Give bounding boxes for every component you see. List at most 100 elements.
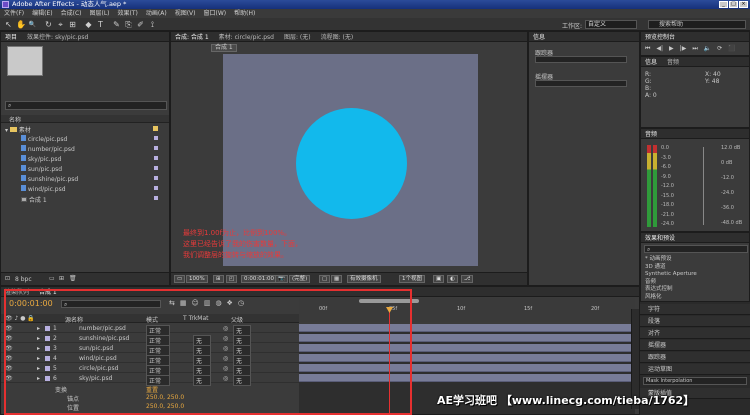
brainstorm-icon[interactable]: ❖ [227, 299, 233, 307]
menu-effect[interactable]: 效果(T) [118, 9, 138, 18]
maximize-button[interactable]: □ [729, 1, 738, 8]
pick-whip-icon[interactable]: ◎ [223, 365, 228, 372]
audio-icon[interactable]: 🔈 [704, 45, 711, 53]
time-ruler[interactable]: 00f 05f 10f 15f 20f [299, 298, 635, 322]
audio-title[interactable]: 音频 [645, 129, 657, 138]
bit-depth-label[interactable]: 8 bpc [15, 276, 32, 283]
menu-file[interactable]: 文件(F) [4, 9, 24, 18]
transform-reset-link[interactable]: 重置 [146, 385, 158, 394]
comp-flowchart-icon[interactable]: ⇆ [169, 299, 175, 307]
graph-editor-icon[interactable]: ◷ [238, 299, 244, 307]
clone-tool-icon[interactable]: ⎘ [124, 20, 133, 29]
layer-name[interactable]: sky/pic.psd [79, 375, 112, 382]
pick-whip-icon[interactable]: ◎ [223, 345, 228, 352]
camera-select[interactable]: 有效摄像机 [347, 275, 381, 283]
pen-tool-icon[interactable]: T [96, 20, 105, 29]
list-item[interactable]: sun/pic.psd [21, 165, 62, 173]
table-row[interactable]: 👁 ▸ 2 sunshine/pic.psd 正常无 ◎ 无 [1, 334, 299, 346]
table-row[interactable]: 👁 ▸ 5 circle/pic.psd 正常无 ◎ 无 [1, 364, 299, 376]
label-color-swatch[interactable] [154, 146, 158, 150]
interpret-footage-icon[interactable]: ⊡ [5, 275, 10, 282]
panel-character[interactable]: 字符 [640, 304, 750, 315]
layer-label-swatch[interactable] [45, 366, 50, 371]
layer-name[interactable]: sun/pic.psd [79, 345, 113, 352]
layer-disclosure-icon[interactable]: ▸ [37, 365, 40, 372]
ram-preview-icon[interactable]: ⬛ [728, 45, 735, 53]
label-color-swatch[interactable] [153, 126, 158, 131]
visibility-icon[interactable]: 👁 [5, 345, 13, 352]
visibility-icon[interactable]: 👁 [5, 365, 13, 372]
render-icon[interactable]: ▣ [433, 275, 445, 283]
last-frame-icon[interactable]: ⏭ [692, 45, 697, 53]
draft-3d-icon[interactable]: ▦ [180, 299, 187, 307]
tab-flowchart[interactable]: 流程图: (无) [321, 32, 354, 41]
layer-label-swatch[interactable] [45, 336, 50, 341]
visibility-icon[interactable]: 👁 [5, 325, 13, 332]
label-color-swatch[interactable] [154, 156, 158, 160]
menu-edit[interactable]: 编辑(E) [32, 9, 52, 18]
preview-title[interactable]: 预览控制台 [645, 32, 675, 41]
tab-composition[interactable]: 合成: 合成 1 [175, 32, 209, 41]
layer-disclosure-icon[interactable]: ▸ [37, 325, 40, 332]
menu-layer[interactable]: 图层(L) [90, 9, 110, 18]
list-item[interactable]: number/pic.psd [21, 145, 75, 153]
pan-behind-tool-icon[interactable]: ⊞ [68, 20, 77, 29]
shape-tool-icon[interactable]: ◆ [84, 20, 93, 29]
rotate-tool-icon[interactable]: ↻ [44, 20, 53, 29]
panel-paragraph[interactable]: 段落 [640, 316, 750, 327]
layer-name[interactable]: circle/pic.psd [79, 365, 118, 372]
loop-icon[interactable]: ⟳ [717, 45, 722, 53]
panel-wiggler[interactable]: 摇摆器 [640, 340, 750, 351]
layer-disclosure-icon[interactable]: ▸ [37, 355, 40, 362]
tab-effect-controls[interactable]: 效果控件: sky/pic.psd [27, 32, 88, 41]
comp-breadcrumb[interactable]: 合成 1 [211, 44, 237, 52]
layer-duration-bar[interactable] [299, 374, 635, 382]
hide-shy-icon[interactable]: ☺ [192, 299, 199, 307]
motion-blur-icon[interactable]: ◍ [215, 299, 221, 307]
layer-name[interactable]: number/pic.psd [79, 325, 126, 332]
effects-item[interactable]: 表达式控制 [645, 286, 697, 294]
search-help-input[interactable]: 搜索帮助 [648, 20, 746, 29]
layer-name[interactable]: wind/pic.psd [79, 355, 117, 362]
flowchart-icon[interactable]: ⎇ [461, 275, 474, 283]
label-color-swatch[interactable] [154, 186, 158, 190]
timeline-timecode[interactable]: 0:00:01:00 [9, 299, 53, 308]
visibility-icon[interactable]: 👁 [5, 335, 13, 342]
visibility-icon[interactable]: 👁 [5, 375, 13, 382]
circle-layer[interactable] [296, 108, 407, 219]
volume-slider[interactable] [703, 147, 709, 225]
transparency-grid-icon[interactable]: ▦ [331, 275, 343, 283]
current-time-indicator[interactable] [389, 309, 390, 415]
disclosure-triangle-icon[interactable]: ▾ [5, 127, 8, 134]
frame-blending-icon[interactable]: ▥ [204, 299, 211, 307]
panel-tracker[interactable]: 跟踪器 [640, 352, 750, 363]
layer-duration-bar[interactable] [299, 324, 635, 332]
work-area-bar[interactable] [359, 299, 419, 303]
trash-icon[interactable]: 🗑 [69, 275, 77, 282]
exposure-icon[interactable]: ◐ [447, 275, 458, 283]
pick-whip-icon[interactable]: ◎ [223, 325, 228, 332]
list-item[interactable]: sunshine/pic.psd [21, 175, 78, 183]
visibility-icon[interactable]: 👁 [5, 355, 13, 362]
brush-tool-icon[interactable]: ✎ [112, 20, 121, 29]
pick-whip-icon[interactable]: ◎ [223, 335, 228, 342]
layer-duration-bar[interactable] [299, 364, 635, 372]
table-row[interactable]: 👁 ▸ 1 number/pic.psd 正常 ◎ 无 [1, 324, 299, 336]
mask-interpolation-field[interactable]: Mask Interpolation [643, 377, 747, 385]
anchor-point-value[interactable]: 250.0, 250.0 [146, 394, 184, 401]
label-color-swatch[interactable] [154, 166, 158, 170]
timeline-search-input[interactable]: ⌕ [61, 300, 161, 308]
menu-help[interactable]: 帮助(H) [234, 9, 255, 18]
table-row[interactable]: 👁 ▸ 4 wind/pic.psd 正常无 ◎ 无 [1, 354, 299, 366]
layer-label-swatch[interactable] [45, 346, 50, 351]
resolution-select[interactable]: (完整) [289, 275, 311, 283]
pick-whip-icon[interactable]: ◎ [223, 375, 228, 382]
list-item[interactable]: sky/pic.psd [21, 155, 61, 163]
comp-item[interactable]: 合成 1 [21, 195, 47, 204]
effects-item[interactable]: * 动画预设 [645, 256, 697, 264]
layer-duration-bar[interactable] [299, 354, 635, 362]
effects-title[interactable]: 效果和预设 [645, 233, 675, 242]
layer-disclosure-icon[interactable]: ▸ [37, 335, 40, 342]
layer-duration-bar[interactable] [299, 344, 635, 352]
camera-tool-icon[interactable]: ⌖ [56, 20, 65, 29]
